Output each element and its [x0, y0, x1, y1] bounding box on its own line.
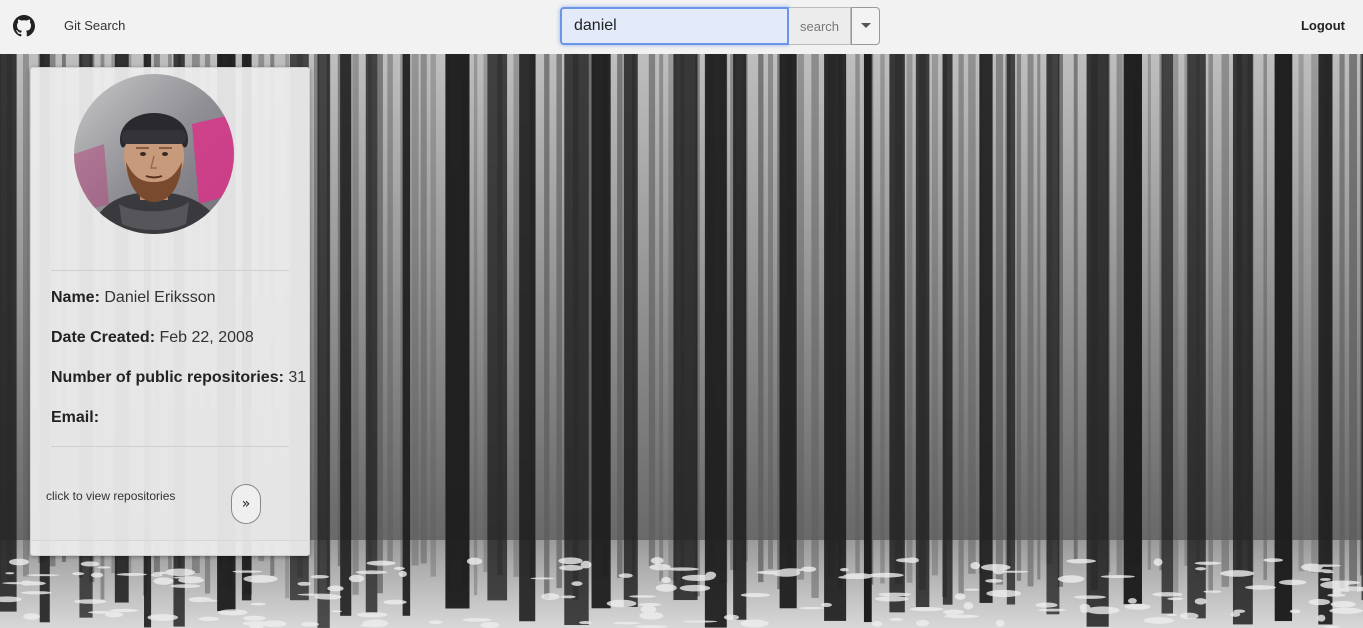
name-label: Name:	[51, 289, 100, 306]
github-icon[interactable]	[13, 15, 35, 37]
caret-down-icon	[861, 23, 871, 28]
email-label: Email:	[51, 409, 100, 426]
divider	[51, 446, 289, 447]
profile-date-row: Date Created: Feb 22, 2008	[51, 329, 254, 347]
profile-name-row: Name: Daniel Eriksson	[51, 289, 216, 307]
logout-link[interactable]: Logout	[1301, 18, 1345, 33]
date-label: Date Created:	[51, 329, 156, 346]
divider	[51, 270, 289, 271]
double-chevron-right-icon: »	[241, 496, 251, 512]
name-value: Daniel Eriksson	[104, 289, 216, 306]
user-avatar	[74, 74, 234, 234]
view-repos-hint: click to view repositories	[46, 489, 176, 503]
profile-repos-row: Number of public repositories: 31	[51, 369, 306, 387]
search-options-dropdown[interactable]	[851, 7, 880, 45]
repos-label: Number of public repositories:	[51, 369, 284, 386]
view-repos-button[interactable]: »	[231, 484, 261, 524]
top-navbar: Git Search search Logout	[0, 0, 1363, 54]
profile-email-row: Email:	[51, 409, 99, 427]
search-input[interactable]	[560, 7, 789, 45]
card-footer-divider	[31, 540, 309, 541]
brand-title[interactable]: Git Search	[64, 18, 125, 33]
date-value: Feb 22, 2008	[159, 329, 254, 346]
profile-card: Name: Daniel Eriksson Date Created: Feb …	[30, 67, 310, 556]
search-group: search	[560, 7, 880, 45]
search-button[interactable]: search	[789, 7, 851, 45]
repos-value: 31	[288, 369, 307, 386]
